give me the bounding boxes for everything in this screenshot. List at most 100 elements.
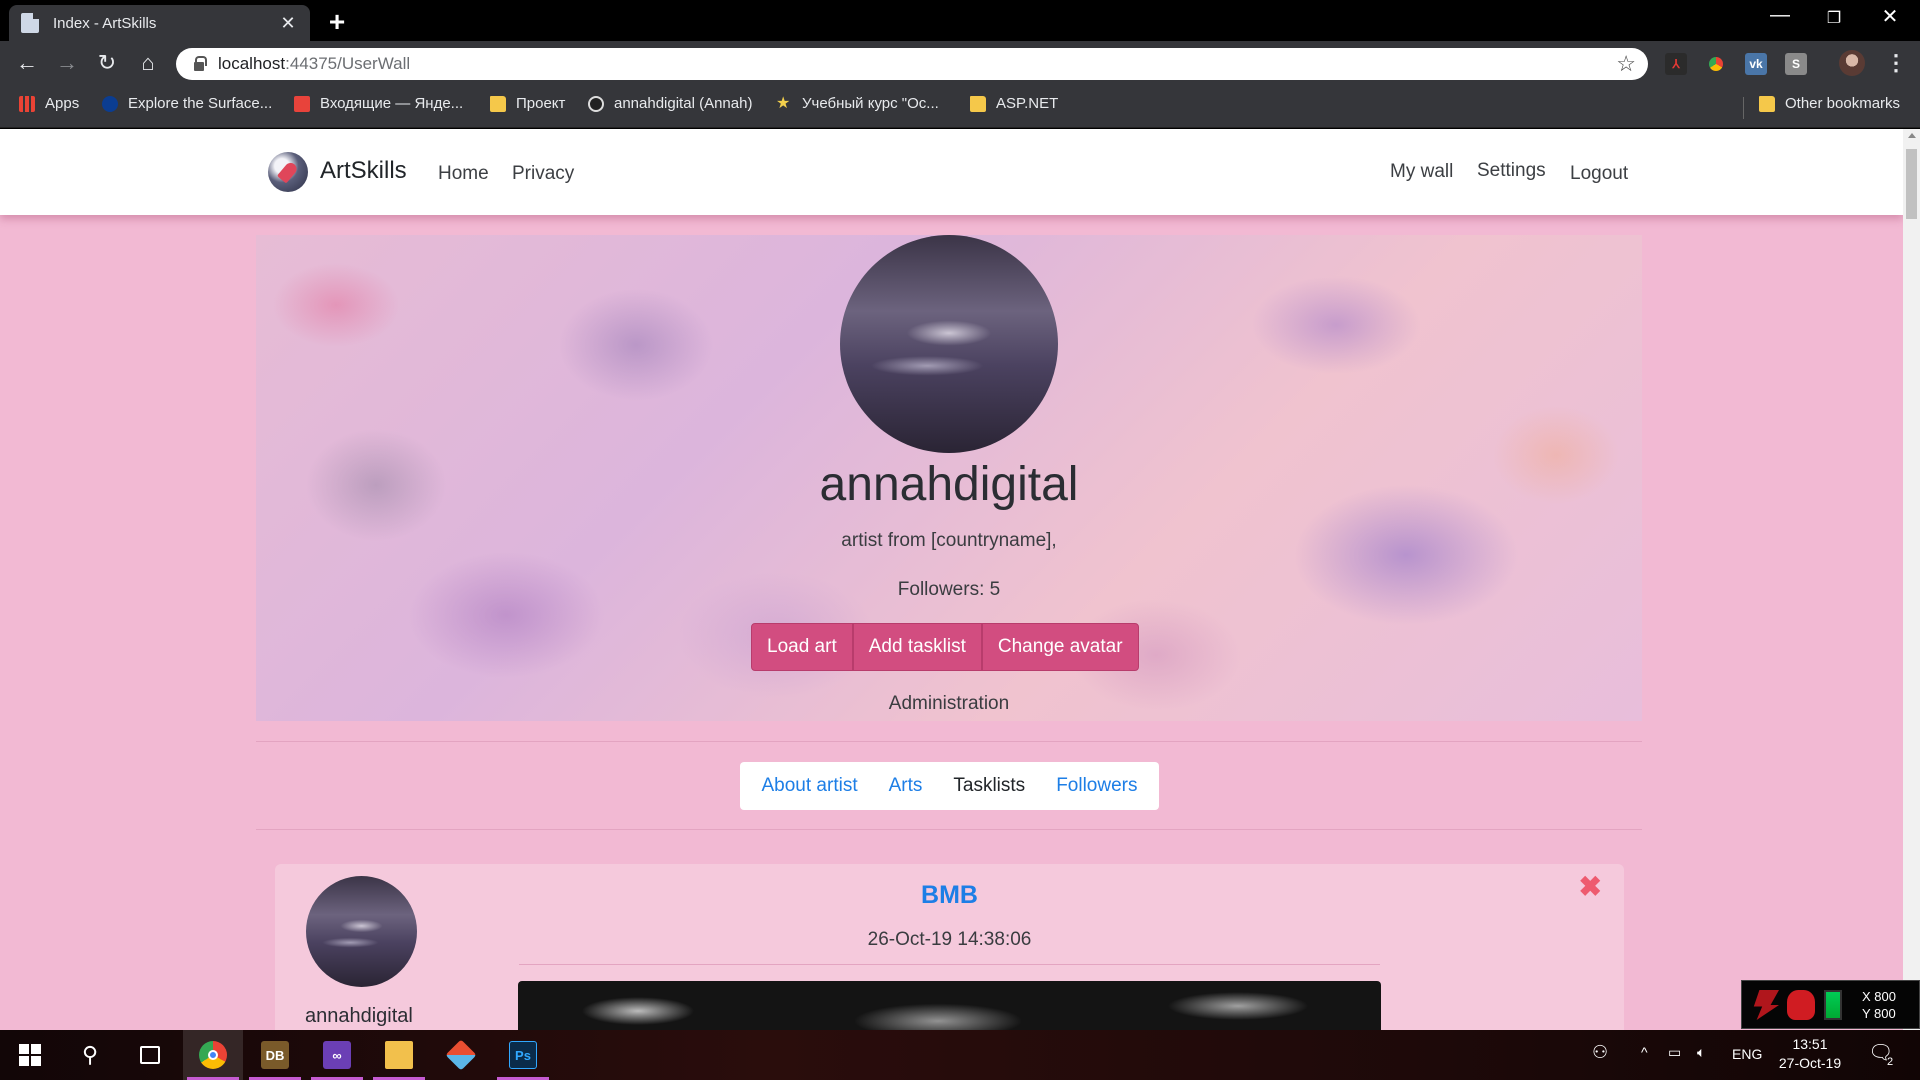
windows-taskbar: ⚲ DB ∞ Ps ⚇ ^ ▭ 🔈︎ ENG 13:51 27-Oct-19 🗨…: [0, 1030, 1920, 1080]
other-bookmarks[interactable]: Other bookmarks: [1759, 95, 1900, 112]
profile-username: annahdigital: [819, 458, 1079, 511]
pdf-icon[interactable]: ⅄: [1665, 53, 1687, 75]
tasklist-title[interactable]: BMB: [275, 881, 1624, 910]
task-view-icon: [140, 1046, 160, 1064]
language-indicator[interactable]: ENG: [1732, 1046, 1762, 1062]
tab-arts[interactable]: Arts: [889, 775, 923, 797]
author-name[interactable]: annahdigital: [305, 1005, 413, 1028]
url-host: localhost: [218, 54, 286, 73]
close-x-icon[interactable]: ✖: [1579, 870, 1602, 903]
folder-icon: [1759, 95, 1775, 112]
bookmark-github[interactable]: annahdigital (Annah): [588, 95, 752, 112]
administration-link[interactable]: Administration: [256, 693, 1642, 715]
battery-tray-icon[interactable]: ▭: [1668, 1044, 1681, 1061]
browser-tab[interactable]: Index - ArtSkills ✕: [9, 5, 310, 41]
back-icon[interactable]: ←: [12, 50, 42, 76]
bookmark-course[interactable]: ★ Учебный курс "Ос...: [776, 95, 939, 112]
folder-icon: [490, 95, 506, 112]
nasa-icon: [102, 95, 118, 112]
photoshop-icon: Ps: [509, 1041, 537, 1069]
profile-avatar[interactable]: [1839, 50, 1865, 76]
bookmarks-divider: [1743, 97, 1744, 119]
add-tasklist-button[interactable]: Add tasklist: [852, 623, 982, 671]
taskbar-chrome[interactable]: [183, 1030, 243, 1080]
vk-icon[interactable]: vk: [1745, 53, 1767, 75]
windows-logo-icon: [19, 1044, 41, 1066]
bookmarks-bar: Apps Explore the Surface... Входящие — Я…: [0, 87, 1920, 128]
brand-name[interactable]: ArtSkills: [320, 157, 407, 185]
profile-hero: annahdigital artist from [countryname], …: [256, 235, 1642, 721]
lock-icon[interactable]: [194, 55, 207, 71]
page-icon: [21, 13, 39, 33]
tab-close-icon[interactable]: ✕: [278, 13, 298, 34]
resolution-overlay: X 800 Y 800: [1741, 980, 1920, 1029]
profile-tabs: About artist Arts Tasklists Followers: [740, 762, 1159, 810]
bookmark-aspnet[interactable]: ASP.NET: [970, 95, 1058, 112]
nav-home[interactable]: Home: [438, 163, 489, 185]
taskbar-dosbox[interactable]: DB: [245, 1030, 305, 1080]
file-explorer-icon: [385, 1041, 413, 1069]
card-divider: [519, 964, 1380, 965]
bookmark-nasa[interactable]: Explore the Surface...: [102, 95, 272, 112]
clock-date: 27-Oct-19: [1778, 1055, 1842, 1071]
restore-icon[interactable]: ❐: [1806, 8, 1862, 28]
tab-followers[interactable]: Followers: [1056, 775, 1137, 797]
tasklist-image[interactable]: [518, 981, 1381, 1030]
bookmark-label: Other bookmarks: [1785, 95, 1901, 112]
bookmark-apps[interactable]: Apps: [19, 95, 79, 112]
nav-logout[interactable]: Logout: [1570, 163, 1628, 185]
overlay-x: X 800: [1862, 989, 1896, 1004]
scroll-thumb[interactable]: [1906, 149, 1917, 219]
followers-count: Followers: 5: [897, 579, 1001, 600]
task-view-button[interactable]: [120, 1030, 180, 1080]
home-icon[interactable]: ⌂: [133, 50, 163, 76]
new-tab-button[interactable]: +: [322, 6, 352, 38]
overlay-coordinates: X 800 Y 800: [1862, 988, 1896, 1022]
tray-expand-icon[interactable]: ^: [1641, 1044, 1648, 1060]
tab-about-artist[interactable]: About artist: [762, 775, 858, 797]
nav-settings[interactable]: Settings: [1477, 160, 1546, 182]
change-avatar-button[interactable]: Change avatar: [981, 623, 1139, 671]
rocket-logo-icon[interactable]: [268, 152, 308, 192]
taskbar-file-explorer[interactable]: [369, 1030, 429, 1080]
profile-avatar-image: [840, 235, 1058, 453]
nav-my-wall[interactable]: My wall: [1390, 161, 1453, 183]
minimize-icon[interactable]: —: [1752, 4, 1808, 27]
scroll-up-icon[interactable]: [1908, 133, 1916, 138]
taskbar-git[interactable]: [431, 1030, 491, 1080]
folder-icon: [970, 95, 986, 112]
tasklist-card: annahdigital BMB 26-Oct-19 14:38:06 ✖: [275, 864, 1624, 1030]
nav-privacy[interactable]: Privacy: [512, 163, 574, 185]
bookmark-project[interactable]: Проект: [490, 95, 565, 112]
search-button[interactable]: ⚲: [60, 1030, 120, 1080]
mail-icon: [294, 95, 310, 112]
reload-icon[interactable]: ↻: [92, 50, 122, 76]
taskbar-photoshop[interactable]: Ps: [493, 1030, 553, 1080]
tab-tasklists[interactable]: Tasklists: [953, 775, 1025, 797]
browser-menu-icon[interactable]: ⋮: [1885, 50, 1907, 76]
forward-icon[interactable]: →: [52, 50, 82, 76]
bookmark-star-icon[interactable]: ☆: [1616, 51, 1636, 77]
close-window-icon[interactable]: ✕: [1862, 4, 1918, 29]
clock[interactable]: 13:51 27-Oct-19: [1770, 1035, 1850, 1073]
s-ext-icon[interactable]: S: [1785, 53, 1807, 75]
divider: [256, 741, 1642, 742]
bookmark-label: Проект: [516, 95, 566, 112]
load-art-button[interactable]: Load art: [751, 623, 853, 671]
volume-icon[interactable]: 🔈︎: [1697, 1044, 1705, 1061]
flash-icon: [1753, 990, 1779, 1020]
address-bar[interactable]: localhost :44375/UserWall ☆: [176, 48, 1648, 80]
apps-grid-icon: [19, 95, 35, 112]
bookmark-mail[interactable]: Входящие — Янде...: [294, 95, 463, 112]
tab-title: Index - ArtSkills: [53, 14, 157, 32]
taskbar-visual-studio[interactable]: ∞: [307, 1030, 367, 1080]
chrome-ext-icon[interactable]: [1705, 53, 1727, 75]
bookmark-label: Входящие — Янде...: [320, 95, 464, 112]
page-scrollbar[interactable]: [1903, 129, 1920, 1030]
bookmark-label: Учебный курс "Ос...: [802, 95, 939, 112]
start-button[interactable]: [0, 1030, 60, 1080]
people-icon[interactable]: ⚇: [1592, 1042, 1608, 1063]
star-icon: ★: [776, 94, 791, 112]
bookmark-label: Explore the Surface...: [128, 95, 273, 112]
battery-icon: [1824, 990, 1842, 1020]
